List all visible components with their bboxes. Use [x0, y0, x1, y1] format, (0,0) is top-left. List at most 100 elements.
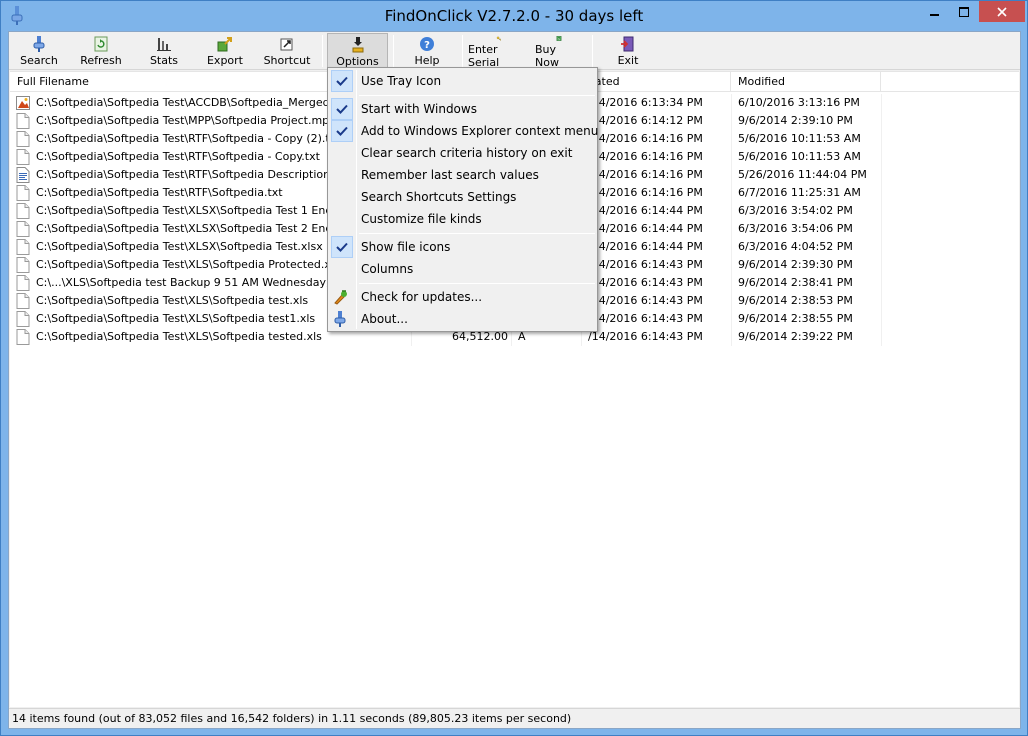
window-title: FindOnClick V2.7.2.0 - 30 days left [384, 7, 644, 25]
column-created[interactable]: eated [581, 72, 731, 92]
menu-label: About... [361, 312, 408, 326]
search-button[interactable]: Search [17, 33, 61, 69]
close-icon [997, 6, 1007, 17]
rtf-file-icon [16, 167, 30, 183]
file-icon [16, 257, 30, 273]
stats-label: Stats [149, 54, 179, 67]
file-icon [16, 239, 30, 255]
close-button[interactable] [979, 1, 1025, 22]
title-bar[interactable]: FindOnClick V2.7.2.0 - 30 days left [1, 1, 1027, 31]
money-icon: $ [556, 36, 562, 41]
cell-modified: 5/6/2016 10:11:53 AM [738, 132, 861, 145]
menu-item-about[interactable]: About... [330, 308, 595, 330]
cell-created: /14/2016 6:14:16 PM [588, 168, 703, 181]
column-modified[interactable]: Modified [731, 72, 881, 92]
cell-modified: 5/6/2016 10:11:53 AM [738, 150, 861, 163]
exit-label: Exit [617, 54, 639, 67]
options-button[interactable]: Options [327, 33, 388, 69]
toolbar-separator [393, 35, 394, 67]
shortcut-button[interactable]: Shortcut [262, 33, 312, 69]
file-icon [16, 311, 30, 327]
file-icon [16, 149, 30, 165]
refresh-icon [94, 36, 108, 52]
help-label: Help [414, 54, 440, 67]
cell-created: /14/2016 6:14:44 PM [588, 204, 703, 217]
menu-label: Check for updates... [361, 290, 483, 304]
file-icon [16, 131, 30, 147]
update-icon [334, 290, 347, 305]
menu-label: Start with Windows [361, 102, 477, 116]
menu-label: Search Shortcuts Settings [361, 190, 517, 204]
options-menu: Use Tray Icon Start with Windows Add to … [327, 67, 598, 332]
cell-modified: 9/6/2014 2:39:10 PM [738, 114, 853, 127]
cell-modified: 6/3/2016 3:54:02 PM [738, 204, 853, 217]
shortcut-icon [280, 38, 293, 51]
menu-item-columns[interactable]: Columns [330, 258, 595, 280]
menu-item-search-shortcuts[interactable]: Search Shortcuts Settings [330, 186, 595, 208]
cell-created: /14/2016 6:14:43 PM [588, 312, 703, 325]
stats-button[interactable]: Stats [142, 33, 186, 69]
cell-modified: 9/6/2014 2:39:30 PM [738, 258, 853, 271]
menu-item-show-file-icons[interactable]: Show file icons [330, 236, 595, 258]
checkmark-icon [331, 70, 353, 92]
menu-label: Add to Windows Explorer context menu [361, 124, 599, 138]
cell-created: /14/2016 6:14:43 PM [588, 294, 703, 307]
menu-label: Customize file kinds [361, 212, 482, 226]
file-icon [16, 203, 30, 219]
menu-label: Use Tray Icon [361, 74, 442, 88]
about-icon [334, 311, 346, 327]
cell-created: /14/2016 6:13:34 PM [588, 96, 703, 109]
file-icon [16, 113, 30, 129]
menu-label: Show file icons [361, 240, 451, 254]
file-icon [16, 329, 30, 345]
toolbar-separator [462, 35, 463, 67]
cell-modified: 9/6/2014 2:38:55 PM [738, 312, 853, 325]
cell-modified: 6/7/2016 11:25:31 AM [738, 186, 861, 199]
exit-door-icon [621, 36, 634, 52]
enter-serial-label: Enter Serial [468, 43, 500, 69]
cell-created: /14/2016 6:14:16 PM [588, 186, 703, 199]
menu-item-check-updates[interactable]: Check for updates... [330, 286, 595, 308]
svg-text:?: ? [424, 40, 430, 51]
maximize-button[interactable] [950, 1, 978, 22]
menu-separator [359, 95, 595, 96]
cell-created: /14/2016 6:14:12 PM [588, 114, 703, 127]
cell-created: /14/2016 6:14:43 PM [588, 276, 703, 289]
toolbar-separator [322, 35, 323, 67]
maximize-icon [959, 6, 969, 17]
cell-created: /14/2016 6:14:44 PM [588, 240, 703, 253]
checkmark-icon [331, 120, 353, 142]
export-button[interactable]: Export [202, 33, 248, 69]
buy-now-label: Buy Now [535, 43, 559, 69]
refresh-button[interactable]: Refresh [76, 33, 126, 69]
cell-created: /14/2016 6:14:16 PM [588, 150, 703, 163]
exit-button[interactable]: Exit [607, 33, 649, 69]
cell-modified: 9/6/2014 2:39:22 PM [738, 330, 853, 343]
status-text: 14 items found (out of 83,052 files and … [12, 712, 572, 725]
help-button[interactable]: ? Help [405, 33, 449, 69]
menu-item-add-to-explorer[interactable]: Add to Windows Explorer context menu [330, 120, 599, 142]
minimize-icon [930, 13, 939, 16]
menu-item-customize-kinds[interactable]: Customize file kinds [330, 208, 595, 230]
menu-label: Clear search criteria history on exit [361, 146, 573, 160]
help-icon: ? [420, 37, 434, 51]
file-icon [16, 221, 30, 237]
checkmark-icon [331, 98, 353, 120]
cell-modified: 6/3/2016 4:04:52 PM [738, 240, 853, 253]
enter-serial-button[interactable]: Enter Serial [468, 33, 530, 69]
export-icon [217, 37, 232, 52]
file-icon [16, 293, 30, 309]
cell-modified: 5/26/2016 11:44:04 PM [738, 168, 867, 181]
cell-created: /14/2016 6:14:44 PM [588, 222, 703, 235]
menu-item-remember-last[interactable]: Remember last search values [330, 164, 595, 186]
options-icon [352, 37, 363, 53]
toolbar-separator [592, 35, 593, 67]
menu-item-use-tray-icon[interactable]: Use Tray Icon [330, 70, 595, 92]
file-icon [16, 275, 30, 291]
minimize-button[interactable] [921, 1, 949, 22]
buy-now-button[interactable]: $ Buy Now [535, 33, 583, 69]
stats-icon [157, 38, 171, 51]
status-bar: 14 items found (out of 83,052 files and … [9, 708, 1020, 728]
menu-item-start-with-windows[interactable]: Start with Windows [330, 98, 595, 120]
menu-item-clear-history[interactable]: Clear search criteria history on exit [330, 142, 595, 164]
